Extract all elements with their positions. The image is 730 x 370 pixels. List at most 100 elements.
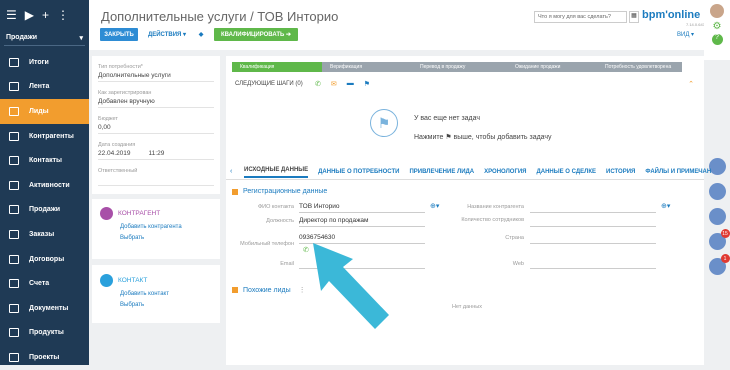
tab-item[interactable]: ДАННЫЕ О СДЕЛКЕ	[536, 169, 596, 175]
budget-label: Бюджет	[98, 116, 118, 122]
registered-field[interactable]: Добавлен вручную	[98, 98, 214, 108]
email-icon[interactable]: ✉	[331, 80, 337, 88]
tab-item[interactable]: ПРИВЛЕЧЕНИЕ ЛИДА	[409, 169, 474, 175]
play-icon[interactable]: ▶	[25, 8, 34, 22]
position-field[interactable]: Директор по продажам	[299, 217, 369, 224]
actions-button[interactable]: ДЕЙСТВИЯ ▾	[146, 28, 188, 41]
position-underline	[299, 226, 425, 227]
feed-icon[interactable]: 15	[708, 229, 730, 250]
similar-leads-title: Похожие лиды	[243, 286, 291, 294]
gear-icon[interactable]: ⚙	[704, 21, 730, 32]
email-icon[interactable]	[708, 183, 726, 200]
employees-field[interactable]	[530, 226, 656, 227]
tab-item[interactable]: ИСТОРИЯ	[606, 169, 635, 175]
account-icon	[100, 207, 113, 220]
account-name-label: Название контрагента	[467, 204, 524, 210]
grid-icon[interactable]: ▦	[629, 11, 639, 23]
sidebar-item[interactable]: Контрагенты	[0, 124, 89, 149]
sidebar-item[interactable]: Договоры	[0, 247, 89, 272]
contact-title: КОНТАКТ	[118, 277, 148, 284]
created-field[interactable]: 22.04.2019 11:29	[98, 150, 214, 160]
country-field[interactable]	[530, 243, 656, 244]
sidebar-item-label: Продажи	[29, 206, 61, 214]
sidebar-item[interactable]: Лиды	[0, 99, 89, 124]
tab-item[interactable]: ИСХОДНЫЕ ДАННЫЕ	[244, 167, 309, 178]
sidebar-item-label: Проекты	[29, 353, 60, 361]
fio-label: ФИО контакта	[257, 204, 294, 210]
sidebar-item[interactable]: Счета	[0, 271, 89, 296]
budget-field[interactable]: 0,00	[98, 124, 214, 134]
lookup-icon[interactable]: ⊕▾	[430, 202, 439, 210]
products-icon	[9, 328, 19, 338]
chat-icon[interactable]	[708, 208, 726, 225]
sidebar-item[interactable]: Лента	[0, 75, 89, 100]
tabs-scroll-right-icon[interactable]: ›	[698, 168, 700, 175]
menu-icon[interactable]: ☰	[6, 8, 17, 22]
search-input[interactable]: Что я могу для вас сделать?	[534, 11, 627, 23]
stage-step[interactable]: Квалификация	[232, 62, 322, 72]
notes-icon[interactable]: 1	[708, 254, 730, 275]
tag-icon[interactable]: ◆	[195, 28, 207, 41]
sidebar-item-label: Лента	[29, 83, 50, 91]
tab-item[interactable]: ХРОНОЛОГИЯ	[484, 169, 526, 175]
chat-icon[interactable]: ▬	[347, 80, 354, 88]
sidebar-item[interactable]: Заказы	[0, 222, 89, 247]
fio-field[interactable]: ТОВ Инторио	[299, 203, 340, 210]
account-name-field[interactable]	[530, 212, 656, 213]
logo: bpm'online	[642, 9, 701, 21]
stage-step[interactable]: Потребность удовлетворена	[597, 62, 682, 72]
registration-title: Регистрационные данные	[243, 188, 328, 195]
more-options-icon[interactable]: ⋮	[299, 286, 306, 294]
collapse-icon[interactable]: ⌃	[688, 80, 694, 88]
close-button[interactable]: ЗАКРЫТЬ	[100, 28, 138, 41]
collapse-toggle-icon	[232, 188, 238, 195]
sidebar-item[interactable]: Продукты	[0, 321, 89, 346]
registration-section-header[interactable]: Регистрационные данные	[232, 188, 327, 195]
no-data-text: Нет данных	[452, 304, 482, 310]
documents-icon	[9, 303, 19, 313]
call-icon[interactable]: ✆	[315, 80, 321, 88]
qualify-button[interactable]: КВАЛИФИЦИРОВАТЬ ➔	[214, 28, 298, 41]
call-phone-icon[interactable]: ✆	[303, 246, 309, 254]
flag-icon[interactable]: ⚑	[364, 80, 370, 88]
help-icon[interactable]: ?	[711, 34, 723, 45]
avatar[interactable]	[710, 4, 724, 18]
stage-step[interactable]: Перевод в продажу	[412, 62, 507, 72]
view-button[interactable]: ВИД ▾	[677, 31, 694, 38]
more-icon[interactable]: ⋮	[57, 8, 69, 22]
sidebar-item[interactable]: Контакты	[0, 148, 89, 173]
add-contact-link[interactable]: Добавить контакт	[120, 291, 212, 297]
contact-icon	[100, 274, 113, 287]
arrow-shape	[313, 243, 389, 329]
tabs-scroll-left-icon[interactable]: ‹	[230, 168, 232, 175]
email-label: Email	[280, 261, 294, 267]
select-contact-link[interactable]: Выбрать	[120, 302, 212, 308]
web-field[interactable]	[530, 268, 656, 269]
add-icon[interactable]: +	[42, 8, 49, 22]
similar-leads-header[interactable]: Похожие лиды ⋮	[232, 286, 306, 294]
page-title: Дополнительные услуги / ТОВ Инторио	[101, 9, 339, 24]
sidebar-item[interactable]: Проекты	[0, 345, 89, 370]
leads-icon	[9, 106, 19, 116]
contact-panel: КОНТАКТ Добавить контакт Выбрать	[92, 265, 220, 323]
stage-step[interactable]: Ожидание продажи	[507, 62, 597, 72]
select-account-link[interactable]: Выбрать	[120, 235, 212, 241]
need-type-field[interactable]: Дополнительные услуги	[98, 72, 214, 82]
account-lookup-icon[interactable]: ⊕▾	[661, 202, 670, 210]
add-account-link[interactable]: Добавить контрагента	[120, 224, 212, 230]
tab-item[interactable]: ФАЙЛЫ И ПРИМЕЧАН	[645, 169, 711, 175]
tab-item[interactable]: ДАННЫЕ О ПОТРЕБНОСТИ	[318, 169, 399, 175]
sidebar-item[interactable]: Продажи	[0, 198, 89, 223]
stage-step[interactable]: Верификация	[322, 62, 412, 72]
pointer-arrow	[313, 243, 389, 329]
sidebar-item-label: Контрагенты	[29, 132, 74, 140]
activities-icon	[9, 180, 19, 190]
sidebar-item[interactable]: Активности	[0, 173, 89, 198]
owner-field[interactable]	[98, 176, 214, 186]
notification-badge: 15	[720, 229, 730, 238]
sidebar-item[interactable]: Документы	[0, 296, 89, 321]
sidebar-item[interactable]: Итоги	[0, 50, 89, 75]
mobile-field[interactable]: 0936754630	[299, 234, 335, 241]
section-select[interactable]: Продажи ▾	[4, 30, 85, 46]
main-panel: Квалификация Верификация Перевод в продажу…	[226, 56, 711, 365]
